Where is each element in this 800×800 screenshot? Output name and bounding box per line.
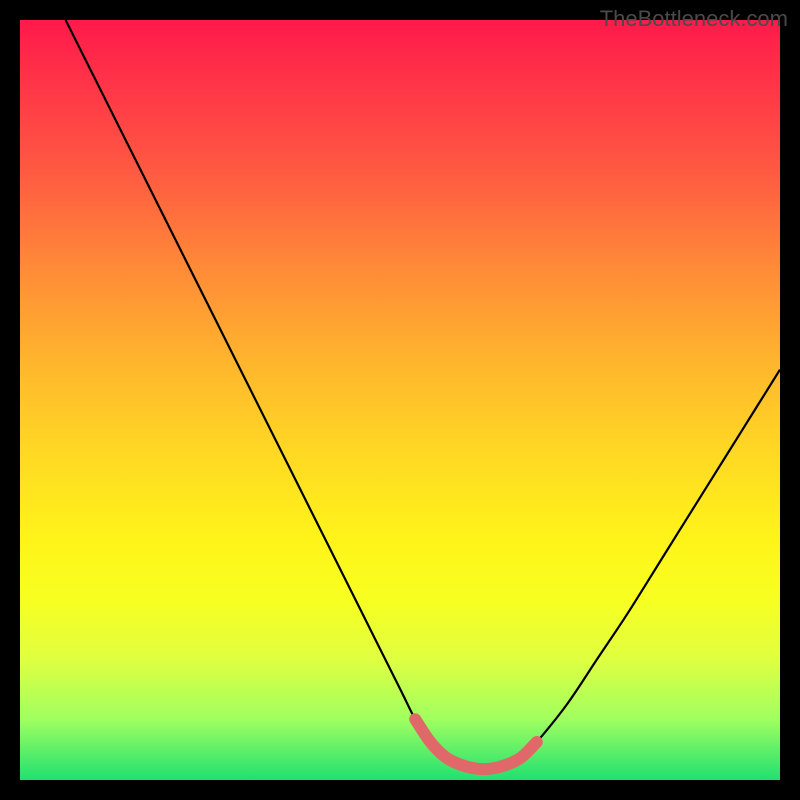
optimal-range-highlight: [415, 719, 537, 769]
bottleneck-curve-line: [66, 20, 780, 769]
chart-svg: [20, 20, 780, 780]
watermark-text: TheBottleneck.com: [600, 6, 788, 32]
chart-plot-area: [20, 20, 780, 780]
